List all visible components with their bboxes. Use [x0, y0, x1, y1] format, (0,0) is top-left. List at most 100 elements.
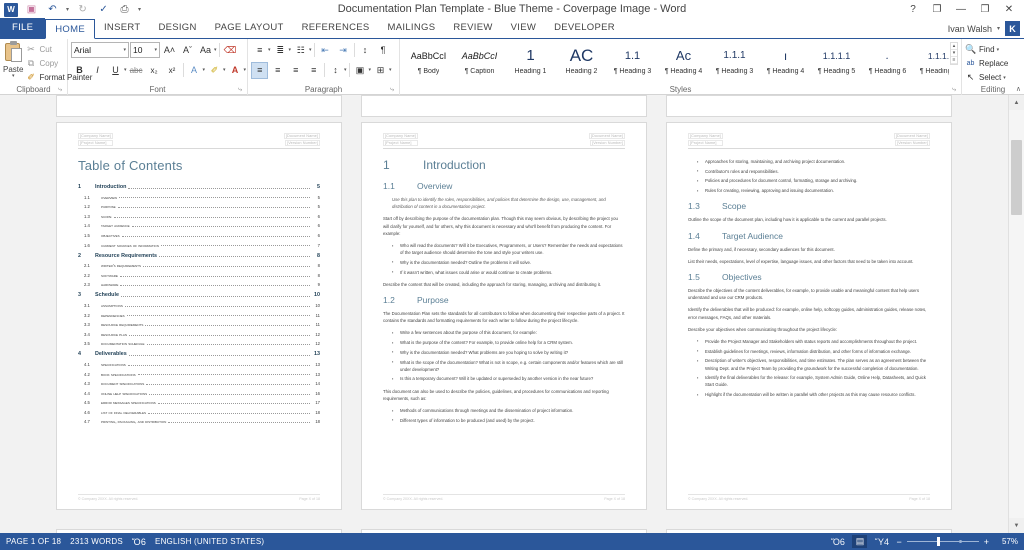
line-spacing-dropdown-icon[interactable]: ▾	[344, 67, 347, 73]
tab-developer[interactable]: DEVELOPER	[545, 18, 624, 38]
chevron-down-icon[interactable]: ▾	[151, 47, 157, 53]
subscript-button[interactable]: x₂	[146, 62, 163, 79]
redo-icon[interactable]: ↻	[75, 2, 90, 17]
style-gallery-item-h1[interactable]: 1 Heading 1	[505, 41, 556, 83]
decrease-indent-button[interactable]: ⇤	[317, 42, 334, 59]
undo-icon[interactable]: ↶	[45, 2, 60, 17]
scrollbar-thumb[interactable]	[1011, 140, 1022, 215]
tab-view[interactable]: VIEW	[502, 18, 545, 38]
show-formatting-marks-button[interactable]: ¶	[375, 42, 392, 59]
underline-button[interactable]: U	[107, 62, 124, 79]
web-layout-button[interactable]: Ὕ4	[874, 535, 889, 548]
tab-references[interactable]: REFERENCES	[293, 18, 379, 38]
zoom-out-button[interactable]: −	[896, 537, 901, 547]
toc-entry[interactable]: 1.1 Overview 5	[78, 190, 320, 200]
style-gallery-item-h4[interactable]: Aс ¶ Heading 4	[658, 41, 709, 83]
line-spacing-button[interactable]: ↕	[327, 62, 344, 79]
style-gallery-item-caption[interactable]: AaBbCcI ¶ Caption	[454, 41, 505, 83]
borders-dropdown-icon[interactable]: ▾	[389, 67, 392, 73]
strikethrough-button[interactable]: abc	[128, 62, 145, 79]
select-button[interactable]: ↖ Select ▾	[965, 71, 1006, 84]
bold-button[interactable]: B	[71, 62, 88, 79]
styles-gallery-scroll[interactable]: ▴ ▾ ≡	[949, 42, 958, 65]
sort-button[interactable]: ↕	[357, 42, 374, 59]
grow-font-button[interactable]: A˄	[161, 42, 178, 59]
tab-file[interactable]: FILE	[0, 18, 46, 38]
find-dropdown-icon[interactable]: ▾	[997, 47, 1000, 53]
vertical-scrollbar[interactable]: ▲ ▼	[1008, 95, 1024, 533]
superscript-button[interactable]: x²	[164, 62, 181, 79]
zoom-level[interactable]: 57%	[996, 537, 1018, 546]
proofing-errors-icon[interactable]: Ὅ6	[132, 537, 155, 547]
toc-entry[interactable]: 1.6 Current sources of information 7	[78, 238, 320, 248]
toc-entry[interactable]: 3.1 Assumptions 10	[78, 298, 320, 308]
toc-entry[interactable]: 2.2 Software 8	[78, 268, 320, 278]
replace-button[interactable]: ab Replace	[965, 57, 1009, 70]
paste-button[interactable]: Paste ▾	[3, 41, 23, 79]
tab-insert[interactable]: INSERT	[95, 18, 149, 38]
toc-entry[interactable]: 4 Deliverables 13	[78, 346, 320, 357]
toc-entry[interactable]: 1.5 Objectives 6	[78, 228, 320, 238]
style-gallery-item-h8[interactable]: . ¶ Heading 6	[862, 41, 913, 83]
toc-entry[interactable]: 4.1 Specifications 13	[78, 357, 320, 367]
read-mode-button[interactable]: Ὅ6	[830, 535, 845, 548]
close-button[interactable]: ✕	[998, 1, 1020, 18]
align-right-button[interactable]: ≡	[287, 62, 304, 79]
undo-dropdown-icon[interactable]: ▾	[66, 6, 69, 13]
toc-entry[interactable]: 4.5 Error Messages Specifications 17	[78, 396, 320, 405]
justify-button[interactable]: ≡	[305, 62, 322, 79]
toc-entry[interactable]: 3 Schedule 10	[78, 287, 320, 298]
page-stub[interactable]: [Company Name] [Project Name] [Document …	[56, 529, 342, 533]
scrollbar-track[interactable]	[1009, 110, 1024, 518]
underline-dropdown-icon[interactable]: ▾	[124, 67, 127, 73]
document-canvas[interactable]: [Company Name] [Project Name] [Document …	[0, 95, 1024, 533]
zoom-control[interactable]: − +	[896, 537, 989, 547]
styles-scroll-down-icon[interactable]: ▾	[950, 50, 957, 57]
tab-mailings[interactable]: MAILINGS	[379, 18, 445, 38]
paste-dropdown-icon[interactable]: ▾	[12, 74, 15, 79]
font-name-combo[interactable]: Arial ▾	[71, 42, 129, 58]
styles-scroll-up-icon[interactable]: ▴	[950, 43, 957, 50]
align-center-button[interactable]: ≡	[269, 62, 286, 79]
page-indicator[interactable]: PAGE 1 OF 18	[6, 537, 70, 546]
toc-entry[interactable]: 4.2 Book Specifications 13	[78, 367, 320, 377]
chevron-down-icon[interactable]: ▾	[120, 47, 126, 53]
toc-entry[interactable]: 4.7 Printing, Packaging, and Distribution…	[78, 415, 320, 424]
style-gallery-item-h9[interactable]: 1.1.1. ¶ Heading 7	[913, 41, 949, 83]
spelling-icon[interactable]: ✓	[96, 2, 111, 17]
scroll-up-icon[interactable]: ▲	[1009, 95, 1024, 110]
toc-entry[interactable]: 3.2 Dependencies 11	[78, 308, 320, 318]
restore-button[interactable]: ❐	[974, 1, 996, 18]
clear-formatting-button[interactable]: ⌫	[222, 42, 239, 59]
select-dropdown-icon[interactable]: ▾	[1003, 75, 1006, 81]
toc-entry[interactable]: 3.5 Documentation Schedule 12	[78, 337, 320, 346]
tab-home[interactable]: HOME	[45, 19, 95, 39]
font-color-button[interactable]: A	[227, 62, 244, 79]
style-gallery-item-h6[interactable]: ı ¶ Heading 4	[760, 41, 811, 83]
font-dialog-launcher[interactable]: ⤷	[238, 84, 242, 95]
toc-entry[interactable]: 3.4 Resource Plan 12	[78, 327, 320, 337]
toc-entry[interactable]: 2.1 Writer's requirements 8	[78, 259, 320, 268]
change-case-dropdown-icon[interactable]: ▾	[214, 47, 217, 53]
styles-more-icon[interactable]: ≡	[950, 57, 957, 64]
font-size-combo[interactable]: 10 ▾	[130, 42, 160, 58]
zoom-slider[interactable]	[906, 537, 979, 546]
paragraph-dialog-launcher[interactable]: ⤷	[390, 84, 394, 95]
text-effects-button[interactable]: A	[186, 62, 203, 79]
highlight-dropdown-icon[interactable]: ▾	[223, 67, 226, 73]
find-button[interactable]: 🔍 Find ▾	[965, 43, 999, 56]
multilevel-list-button[interactable]: ☷	[292, 42, 309, 59]
shading-button[interactable]: ▣	[352, 62, 369, 79]
user-account-area[interactable]: Ivan Walsh ▾ K	[948, 21, 1024, 38]
zoom-slider-thumb[interactable]	[936, 537, 940, 546]
toc-entry[interactable]: 1.2 Purpose 5	[78, 200, 320, 209]
shading-dropdown-icon[interactable]: ▾	[369, 67, 372, 73]
borders-button[interactable]: ⊞	[372, 62, 389, 79]
scroll-down-icon[interactable]: ▼	[1009, 518, 1024, 533]
customize-qat-dropdown-icon[interactable]: ▾	[138, 6, 141, 13]
tab-design[interactable]: DESIGN	[149, 18, 205, 38]
toc-entry[interactable]: 2.3 Hardware 9	[78, 278, 320, 287]
text-effects-dropdown-icon[interactable]: ▾	[203, 67, 206, 73]
avatar[interactable]: K	[1005, 21, 1020, 36]
toc-entry[interactable]: 4.4 Online Help Specifications 16	[78, 386, 320, 396]
